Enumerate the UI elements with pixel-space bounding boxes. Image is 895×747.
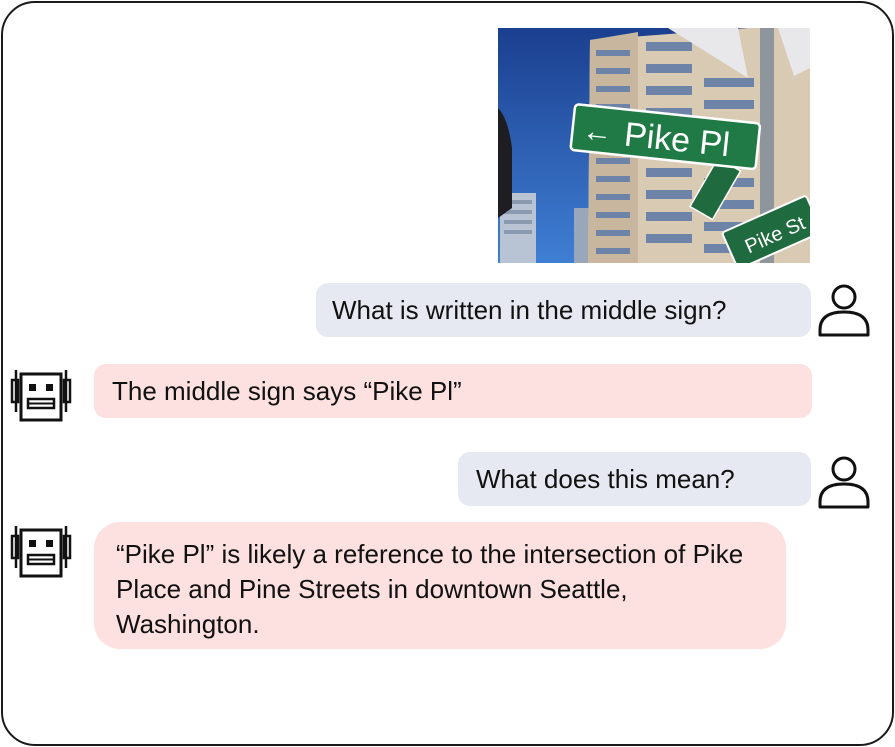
robot-icon bbox=[10, 366, 72, 429]
street-sign-photo: Pike St ← Pike Pl bbox=[498, 28, 810, 263]
assistant-message: “Pike Pl” is likely a reference to the i… bbox=[94, 522, 786, 649]
user-icon bbox=[815, 280, 873, 345]
robot-icon bbox=[10, 522, 72, 585]
user-message: What is written in the middle sign? bbox=[316, 283, 811, 337]
sign-arrow: ← bbox=[581, 114, 614, 150]
assistant-message: The middle sign says “Pike Pl” bbox=[94, 364, 812, 418]
user-icon bbox=[815, 452, 873, 517]
user-message: What does this mean? bbox=[458, 452, 811, 506]
